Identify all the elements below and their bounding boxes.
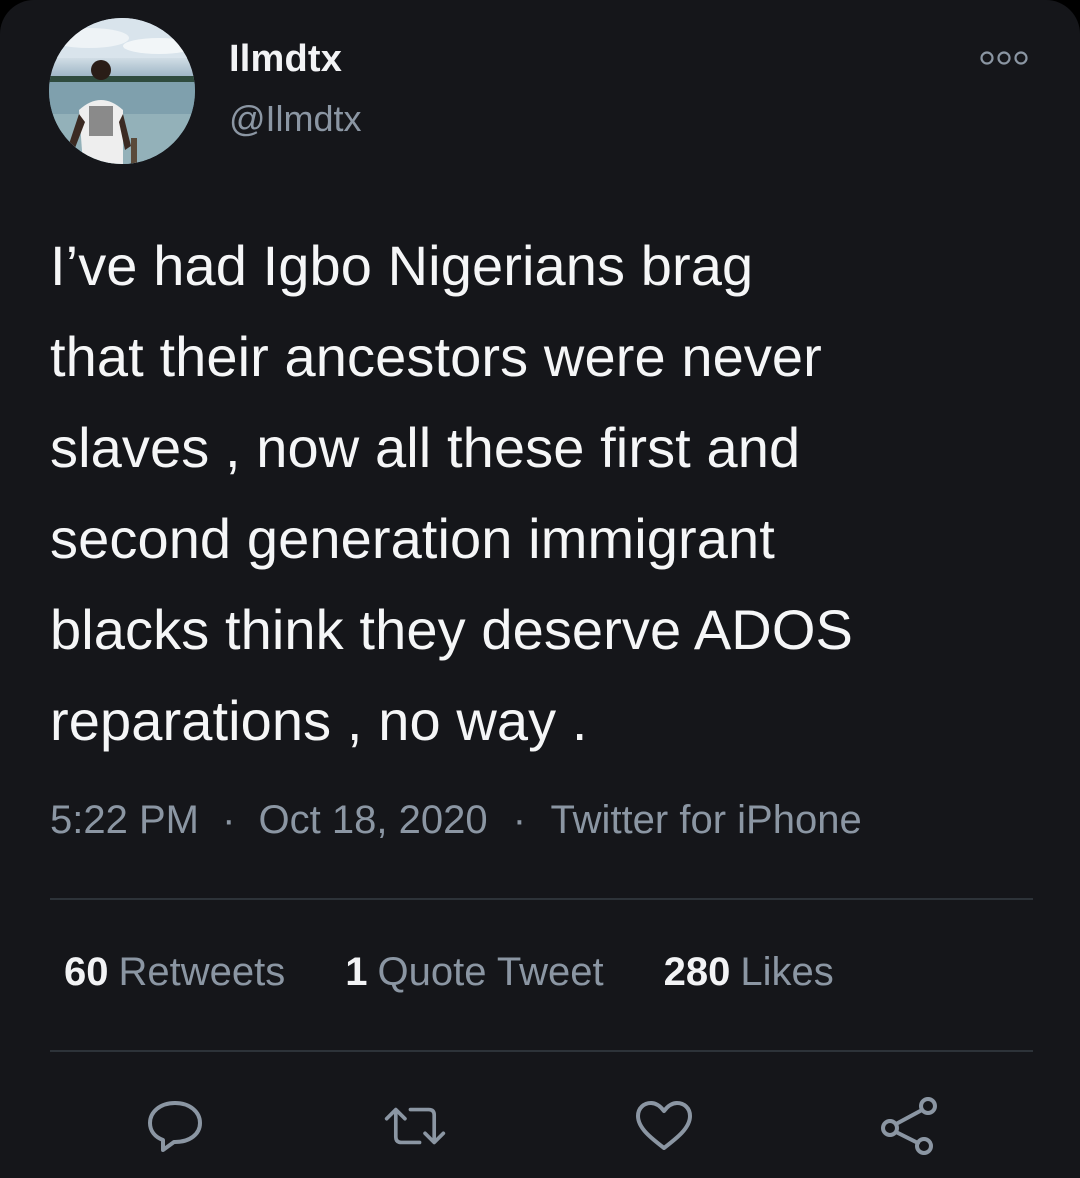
tweet-card: Ilmdtx @Ilmdtx I’ve had Igbo Nigerians b…	[0, 0, 1080, 1178]
tweet-date[interactable]: Oct 18, 2020	[259, 798, 488, 842]
retweet-button[interactable]	[383, 1094, 447, 1158]
tweet-time[interactable]: 5:22 PM	[50, 798, 199, 842]
author-display-name[interactable]: Ilmdtx	[229, 38, 342, 81]
divider	[50, 1050, 1033, 1052]
reply-button[interactable]	[143, 1094, 207, 1158]
retweets-label: Retweets	[118, 950, 286, 994]
author-handle[interactable]: @Ilmdtx	[229, 98, 362, 140]
tweet-meta: 5:22 PM · Oct 18, 2020 · Twitter for iPh…	[50, 798, 862, 843]
reply-icon	[148, 1101, 202, 1152]
likes-stat[interactable]: 280 Likes	[664, 950, 834, 995]
like-button[interactable]	[632, 1094, 696, 1158]
tweet-stats: 60 Retweets 1 Quote Tweet 280 Likes	[64, 950, 894, 995]
quotes-label: Quote Tweet	[377, 950, 604, 994]
meta-separator: ·	[512, 798, 527, 842]
tweet-source[interactable]: Twitter for iPhone	[550, 798, 861, 842]
likes-label: Likes	[740, 950, 834, 994]
more-options-button[interactable]	[974, 46, 1034, 70]
retweet-icon	[384, 1107, 446, 1145]
retweets-stat[interactable]: 60 Retweets	[64, 950, 285, 995]
avatar-photo	[49, 18, 195, 164]
avatar[interactable]	[49, 18, 195, 164]
likes-count: 280	[663, 950, 731, 994]
share-button[interactable]	[878, 1094, 942, 1158]
share-icon	[881, 1097, 937, 1155]
quotes-stat[interactable]: 1 Quote Tweet	[345, 950, 603, 995]
action-bar	[0, 1094, 1080, 1158]
heart-icon	[636, 1101, 692, 1150]
tweet-text: I’ve had Igbo Nigerians brag that their …	[50, 234, 853, 752]
quotes-count: 1	[345, 950, 368, 994]
divider	[50, 898, 1033, 900]
more-options-icon	[980, 51, 1028, 65]
retweets-count: 60	[64, 950, 109, 994]
meta-separator: ·	[222, 798, 236, 842]
